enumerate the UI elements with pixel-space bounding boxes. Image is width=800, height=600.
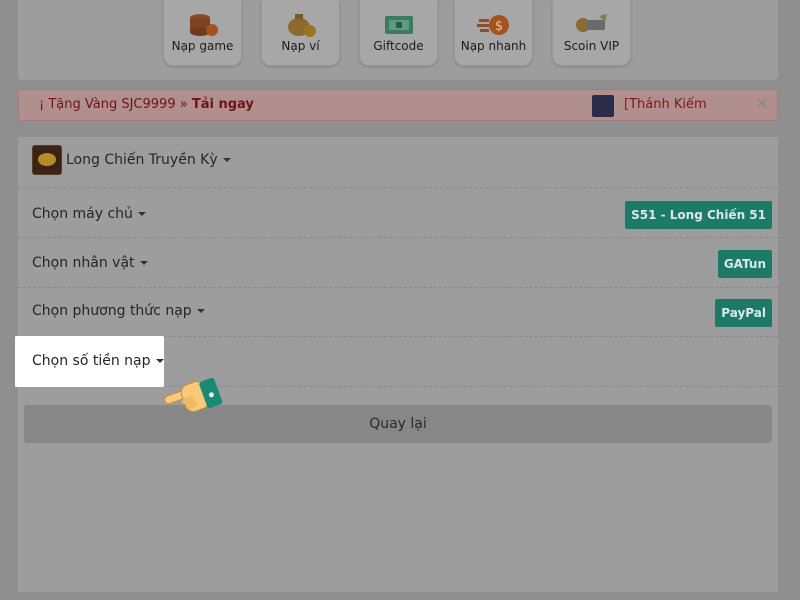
payment-method-label: Chọn phương thức nạp bbox=[32, 303, 205, 319]
coin-stack-icon bbox=[189, 14, 218, 36]
payment-method-select[interactable]: Chọn phương thức nạp PayPal bbox=[18, 288, 778, 337]
character-select-label: Chọn nhân vật bbox=[32, 255, 148, 271]
character-select[interactable]: Chọn nhân vật GATun bbox=[18, 238, 778, 288]
menu-giftcode[interactable]: Giftcode bbox=[359, 0, 438, 66]
menu-label: Scoin VIP bbox=[563, 39, 620, 53]
menu-label: Nạp ví bbox=[281, 39, 320, 53]
menu-label: Nạp nhanh bbox=[460, 39, 527, 53]
menu-label: Giftcode bbox=[373, 39, 424, 53]
pointing-hand-icon bbox=[164, 377, 223, 413]
promo-banner[interactable]: ¡ Tặng Vàng SJC9999 » Tải ngay [Thánh Ki… bbox=[18, 89, 778, 121]
chevron-down-icon bbox=[155, 359, 164, 363]
server-value-badge: S51 - Long Chiến 51 bbox=[625, 201, 772, 229]
money-bag-icon bbox=[287, 14, 316, 37]
top-menu: Nạp game Nạp ví Giftcode $ Nạp nhanh Sco… bbox=[18, 0, 778, 80]
amount-select-label: Chọn số tiền nạp bbox=[32, 353, 164, 369]
scoin-icon bbox=[575, 14, 607, 32]
chevron-down-icon bbox=[139, 261, 148, 265]
game-select-label: Long Chiến Truyền Kỳ bbox=[66, 152, 231, 168]
chevron-down-icon bbox=[222, 158, 231, 162]
amount-select[interactable]: Chọn số tiền nạp bbox=[15, 336, 164, 387]
fast-coin-icon: $ bbox=[476, 15, 509, 35]
menu-label: Nạp game bbox=[171, 39, 234, 53]
menu-scoin-vip[interactable]: Scoin VIP bbox=[552, 0, 631, 66]
promo-thumbnail bbox=[592, 95, 614, 117]
menu-nap-nhanh[interactable]: $ Nạp nhanh bbox=[454, 0, 533, 66]
menu-nap-game[interactable]: Nạp game bbox=[163, 0, 242, 66]
chevron-down-icon bbox=[137, 212, 146, 216]
svg-text:$: $ bbox=[494, 19, 502, 34]
chevron-down-icon bbox=[196, 309, 205, 313]
game-logo-icon bbox=[32, 145, 62, 175]
server-select[interactable]: Chọn máy chủ S51 - Long Chiến 51 bbox=[18, 188, 778, 238]
server-select-label: Chọn máy chủ bbox=[32, 206, 146, 222]
promo-prefix: ¡ Tặng Vàng SJC9999 » bbox=[39, 97, 192, 112]
promo-right-text[interactable]: [Thánh Kiếm bbox=[624, 97, 707, 112]
back-button[interactable]: Quay lại bbox=[24, 405, 772, 443]
game-select[interactable]: Long Chiến Truyền Kỳ bbox=[18, 137, 778, 188]
payment-method-badge: PayPal bbox=[715, 299, 772, 327]
promo-text: ¡ Tặng Vàng SJC9999 » Tải ngay bbox=[39, 97, 254, 112]
ticket-icon bbox=[384, 16, 413, 34]
menu-nap-vi[interactable]: Nạp ví bbox=[261, 0, 340, 66]
close-icon[interactable]: ✕ bbox=[755, 94, 769, 114]
promo-cta[interactable]: Tải ngay bbox=[192, 97, 254, 112]
character-value-badge: GATun bbox=[717, 250, 772, 278]
